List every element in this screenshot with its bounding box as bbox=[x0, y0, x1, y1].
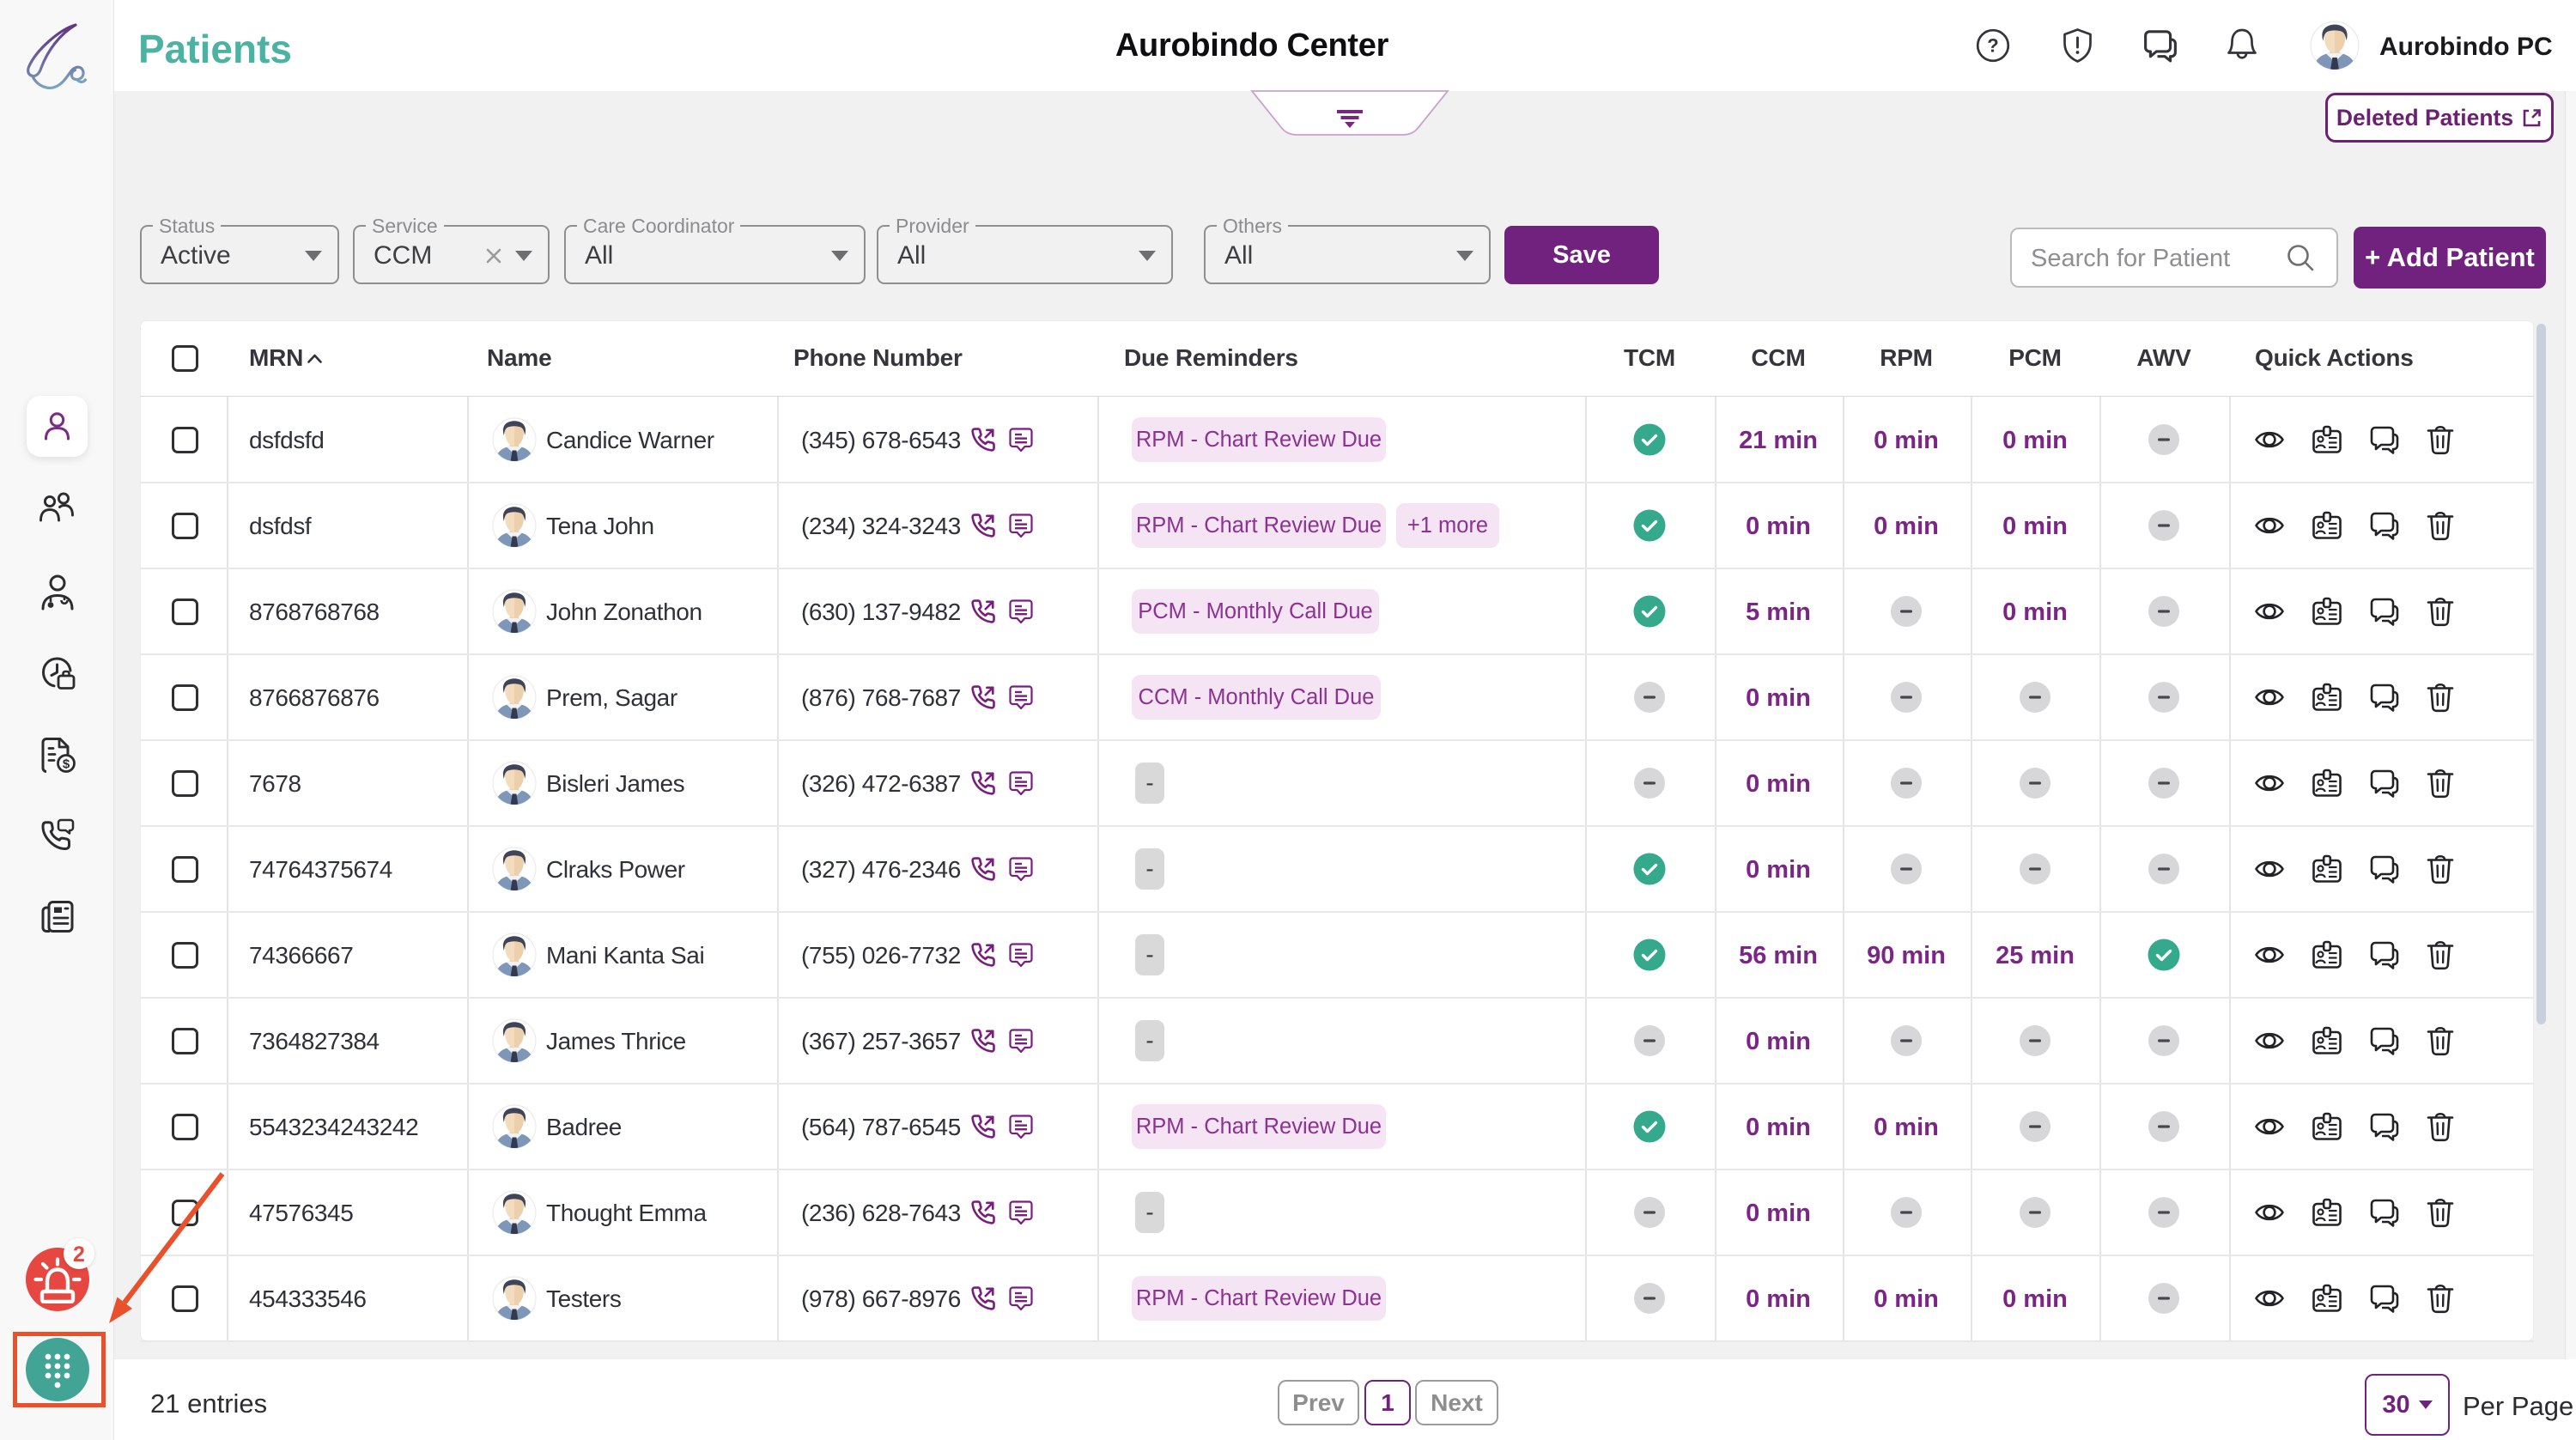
svg-text:$: $ bbox=[63, 757, 70, 772]
svg-text:?: ? bbox=[1987, 35, 1998, 57]
